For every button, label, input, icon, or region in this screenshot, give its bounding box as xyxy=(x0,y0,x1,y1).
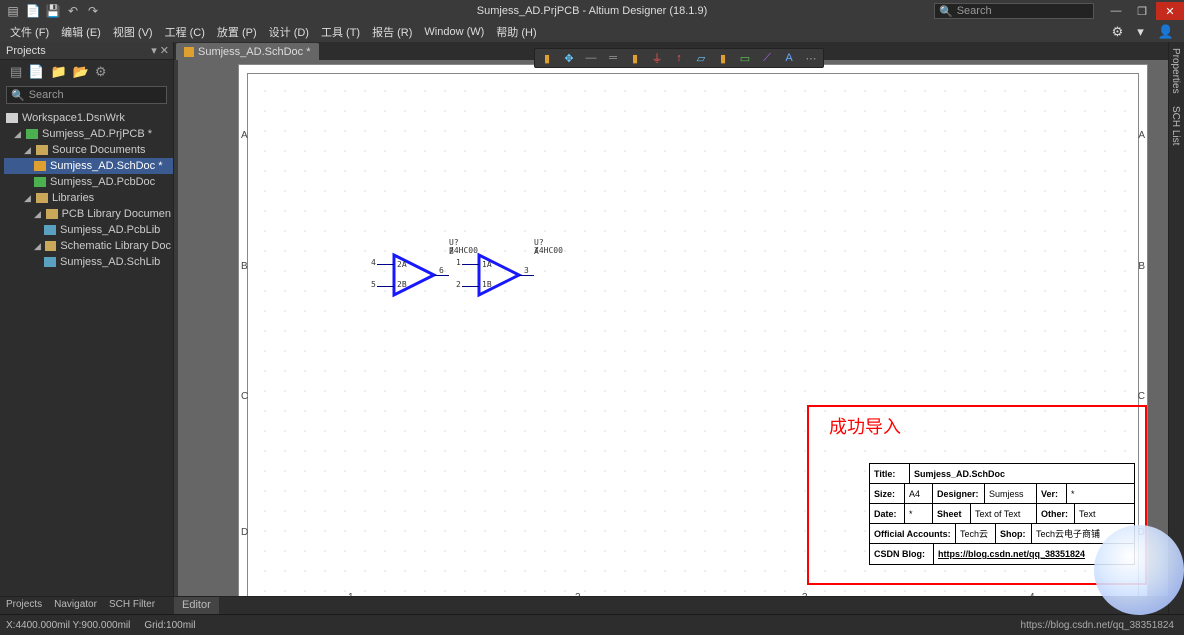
annotation-box: 成功导入 Title: Sumjess_AD.SchDoc Size: A4 D… xyxy=(807,405,1147,585)
menu-file[interactable]: 文件 (F) xyxy=(6,24,53,40)
sidebar-bottom-tabs: Projects Navigator SCH Filter xyxy=(0,596,174,614)
menu-design[interactable]: 设计 (D) xyxy=(265,24,313,40)
tree-schlib[interactable]: Sumjess_AD.SchLib xyxy=(4,254,173,270)
tb-undo-icon[interactable]: ↶ xyxy=(66,4,80,18)
menu-report[interactable]: 报告 (R) xyxy=(368,24,416,40)
tool-power-icon[interactable]: ↑ xyxy=(671,50,687,66)
tool-harness-icon[interactable]: ⟋ xyxy=(759,50,775,66)
tab-schdoc[interactable]: Sumjess_AD.SchDoc * xyxy=(176,43,319,60)
title-bar: ▤ 📄 💾 ↶ ↷ Sumjess_AD.PrjPCB - Altium Des… xyxy=(0,0,1184,22)
title-block: Title: Sumjess_AD.SchDoc Size: A4 Design… xyxy=(869,463,1135,565)
tb-redo-icon[interactable]: ↷ xyxy=(86,4,100,18)
right-panels: Properties SCH List xyxy=(1168,42,1184,614)
search-placeholder: Search xyxy=(957,5,992,17)
schematic-toolbar: ▮ ✥ — ═ ▮ ⏚ ↑ ▱ ▮ ▭ ⟋ A ⋯ xyxy=(534,48,824,68)
component-u-b[interactable]: 4 5 6 2A 2B U?B 74HC00 xyxy=(389,250,449,303)
maximize-button[interactable]: ❐ xyxy=(1130,2,1154,20)
tab-label: Sumjess_AD.SchDoc * xyxy=(198,46,311,58)
panel-properties[interactable]: Properties xyxy=(1169,42,1182,100)
projects-toolbar: ▤ 📄 📁 📂 ⚙ xyxy=(0,60,173,84)
tool-text-icon[interactable]: A xyxy=(781,50,797,66)
tool-bus-icon[interactable]: ═ xyxy=(605,50,621,66)
status-bar: X:4400.000mil Y:900.000mil Grid:100mil xyxy=(0,614,1184,635)
menu-bar: 文件 (F) 编辑 (E) 视图 (V) 工程 (C) 放置 (P) 设计 (D… xyxy=(0,22,1184,42)
annotation-label: 成功导入 xyxy=(829,413,901,439)
tb-gear-icon[interactable]: ⚙ xyxy=(95,64,107,80)
tool-more-icon[interactable]: ⋯ xyxy=(803,50,819,66)
tab-editor[interactable]: Editor xyxy=(174,597,219,614)
status-coords: X:4400.000mil Y:900.000mil xyxy=(6,620,130,631)
editor-bottom-tabs: Editor xyxy=(174,596,1168,614)
tree-workspace[interactable]: Workspace1.DsnWrk xyxy=(4,110,173,126)
tool-net-icon[interactable]: ▮ xyxy=(627,50,643,66)
tree-libraries[interactable]: ◢Libraries xyxy=(4,190,173,206)
menu-help[interactable]: 帮助 (H) xyxy=(492,24,540,40)
projects-panel: Projects ▾ ✕ ▤ 📄 📁 📂 ⚙ 🔍 Search Workspac… xyxy=(0,42,174,614)
tool-select-icon[interactable]: ▮ xyxy=(539,50,555,66)
user-icon[interactable]: 👤 xyxy=(1154,24,1178,40)
search-icon: 🔍 xyxy=(11,89,25,102)
menu-tools[interactable]: 工具 (T) xyxy=(317,24,364,40)
panel-title-text: Projects xyxy=(6,45,46,57)
window-title: Sumjess_AD.PrjPCB - Altium Designer (18.… xyxy=(477,5,707,17)
projects-panel-title: Projects ▾ ✕ xyxy=(0,42,173,60)
menu-place[interactable]: 放置 (P) xyxy=(213,24,261,40)
settings-icon[interactable]: ⚙ xyxy=(1108,24,1128,40)
tb-save-icon[interactable]: 💾 xyxy=(46,4,60,18)
menu-window[interactable]: Window (W) xyxy=(420,26,488,38)
tree-pcblib[interactable]: Sumjess_AD.PcbLib xyxy=(4,222,173,238)
panel-menu-icon[interactable]: ▾ ✕ xyxy=(151,44,169,57)
tb-doc-icon[interactable]: 📄 xyxy=(28,64,44,80)
search-icon: 🔍 xyxy=(939,5,953,18)
menu-project[interactable]: 工程 (C) xyxy=(161,24,209,40)
panel-schlist[interactable]: SCH List xyxy=(1169,100,1182,151)
global-search-input[interactable]: 🔍 Search xyxy=(934,3,1094,19)
tool-wire-icon[interactable]: — xyxy=(583,50,599,66)
menu-edit[interactable]: 编辑 (E) xyxy=(57,24,105,40)
tree-schdoc[interactable]: Sumjess_AD.SchDoc * xyxy=(4,158,173,174)
tab-schfilter[interactable]: SCH Filter xyxy=(103,597,161,614)
tool-ground-icon[interactable]: ⏚ xyxy=(649,50,665,66)
tree-sch-lib-folder[interactable]: ◢Schematic Library Doc xyxy=(4,238,173,254)
menu-view[interactable]: 视图 (V) xyxy=(109,24,157,40)
tree-pcb-lib-folder[interactable]: ◢PCB Library Documen xyxy=(4,206,173,222)
editor-area: Sumjess_AD.SchDoc * ▮ ✥ — ═ ▮ ⏚ ↑ ▱ ▮ ▭ … xyxy=(174,42,1184,614)
project-tree[interactable]: Workspace1.DsnWrk ◢Sumjess_AD.PrjPCB * ◢… xyxy=(0,110,173,270)
projects-search-input[interactable]: 🔍 Search xyxy=(6,86,167,104)
tb-new-icon[interactable]: ▤ xyxy=(6,4,20,18)
component-u-a[interactable]: 1 2 3 1A 1B U?A 74HC00 xyxy=(474,250,534,303)
tool-move-icon[interactable]: ✥ xyxy=(561,50,577,66)
tree-project[interactable]: ◢Sumjess_AD.PrjPCB * xyxy=(4,126,173,142)
tab-projects[interactable]: Projects xyxy=(0,597,48,614)
tb-open-icon[interactable]: 📄 xyxy=(26,4,40,18)
tree-source-documents[interactable]: ◢Source Documents xyxy=(4,142,173,158)
schematic-canvas[interactable]: A B C D A B C D 1 2 3 4 4 5 xyxy=(178,60,1168,614)
tb-new-project-icon[interactable]: ▤ xyxy=(10,64,22,80)
watermark: https://blog.csdn.net/qq_38351824 xyxy=(1021,620,1174,631)
tree-pcbdoc[interactable]: Sumjess_AD.PcbDoc xyxy=(4,174,173,190)
panel-search-placeholder: Search xyxy=(29,89,64,101)
tab-navigator[interactable]: Navigator xyxy=(48,597,103,614)
tool-sheet-icon[interactable]: ▭ xyxy=(737,50,753,66)
tool-port-icon[interactable]: ▱ xyxy=(693,50,709,66)
close-button[interactable]: ✕ xyxy=(1156,2,1184,20)
tb-folder2-icon[interactable]: 📂 xyxy=(73,64,89,80)
tool-part-icon[interactable]: ▮ xyxy=(715,50,731,66)
tb-folder-icon[interactable]: 📁 xyxy=(50,64,66,80)
status-grid: Grid:100mil xyxy=(144,620,195,631)
minimize-button[interactable]: — xyxy=(1104,2,1128,20)
notifications-icon[interactable]: ▾ xyxy=(1133,24,1148,40)
